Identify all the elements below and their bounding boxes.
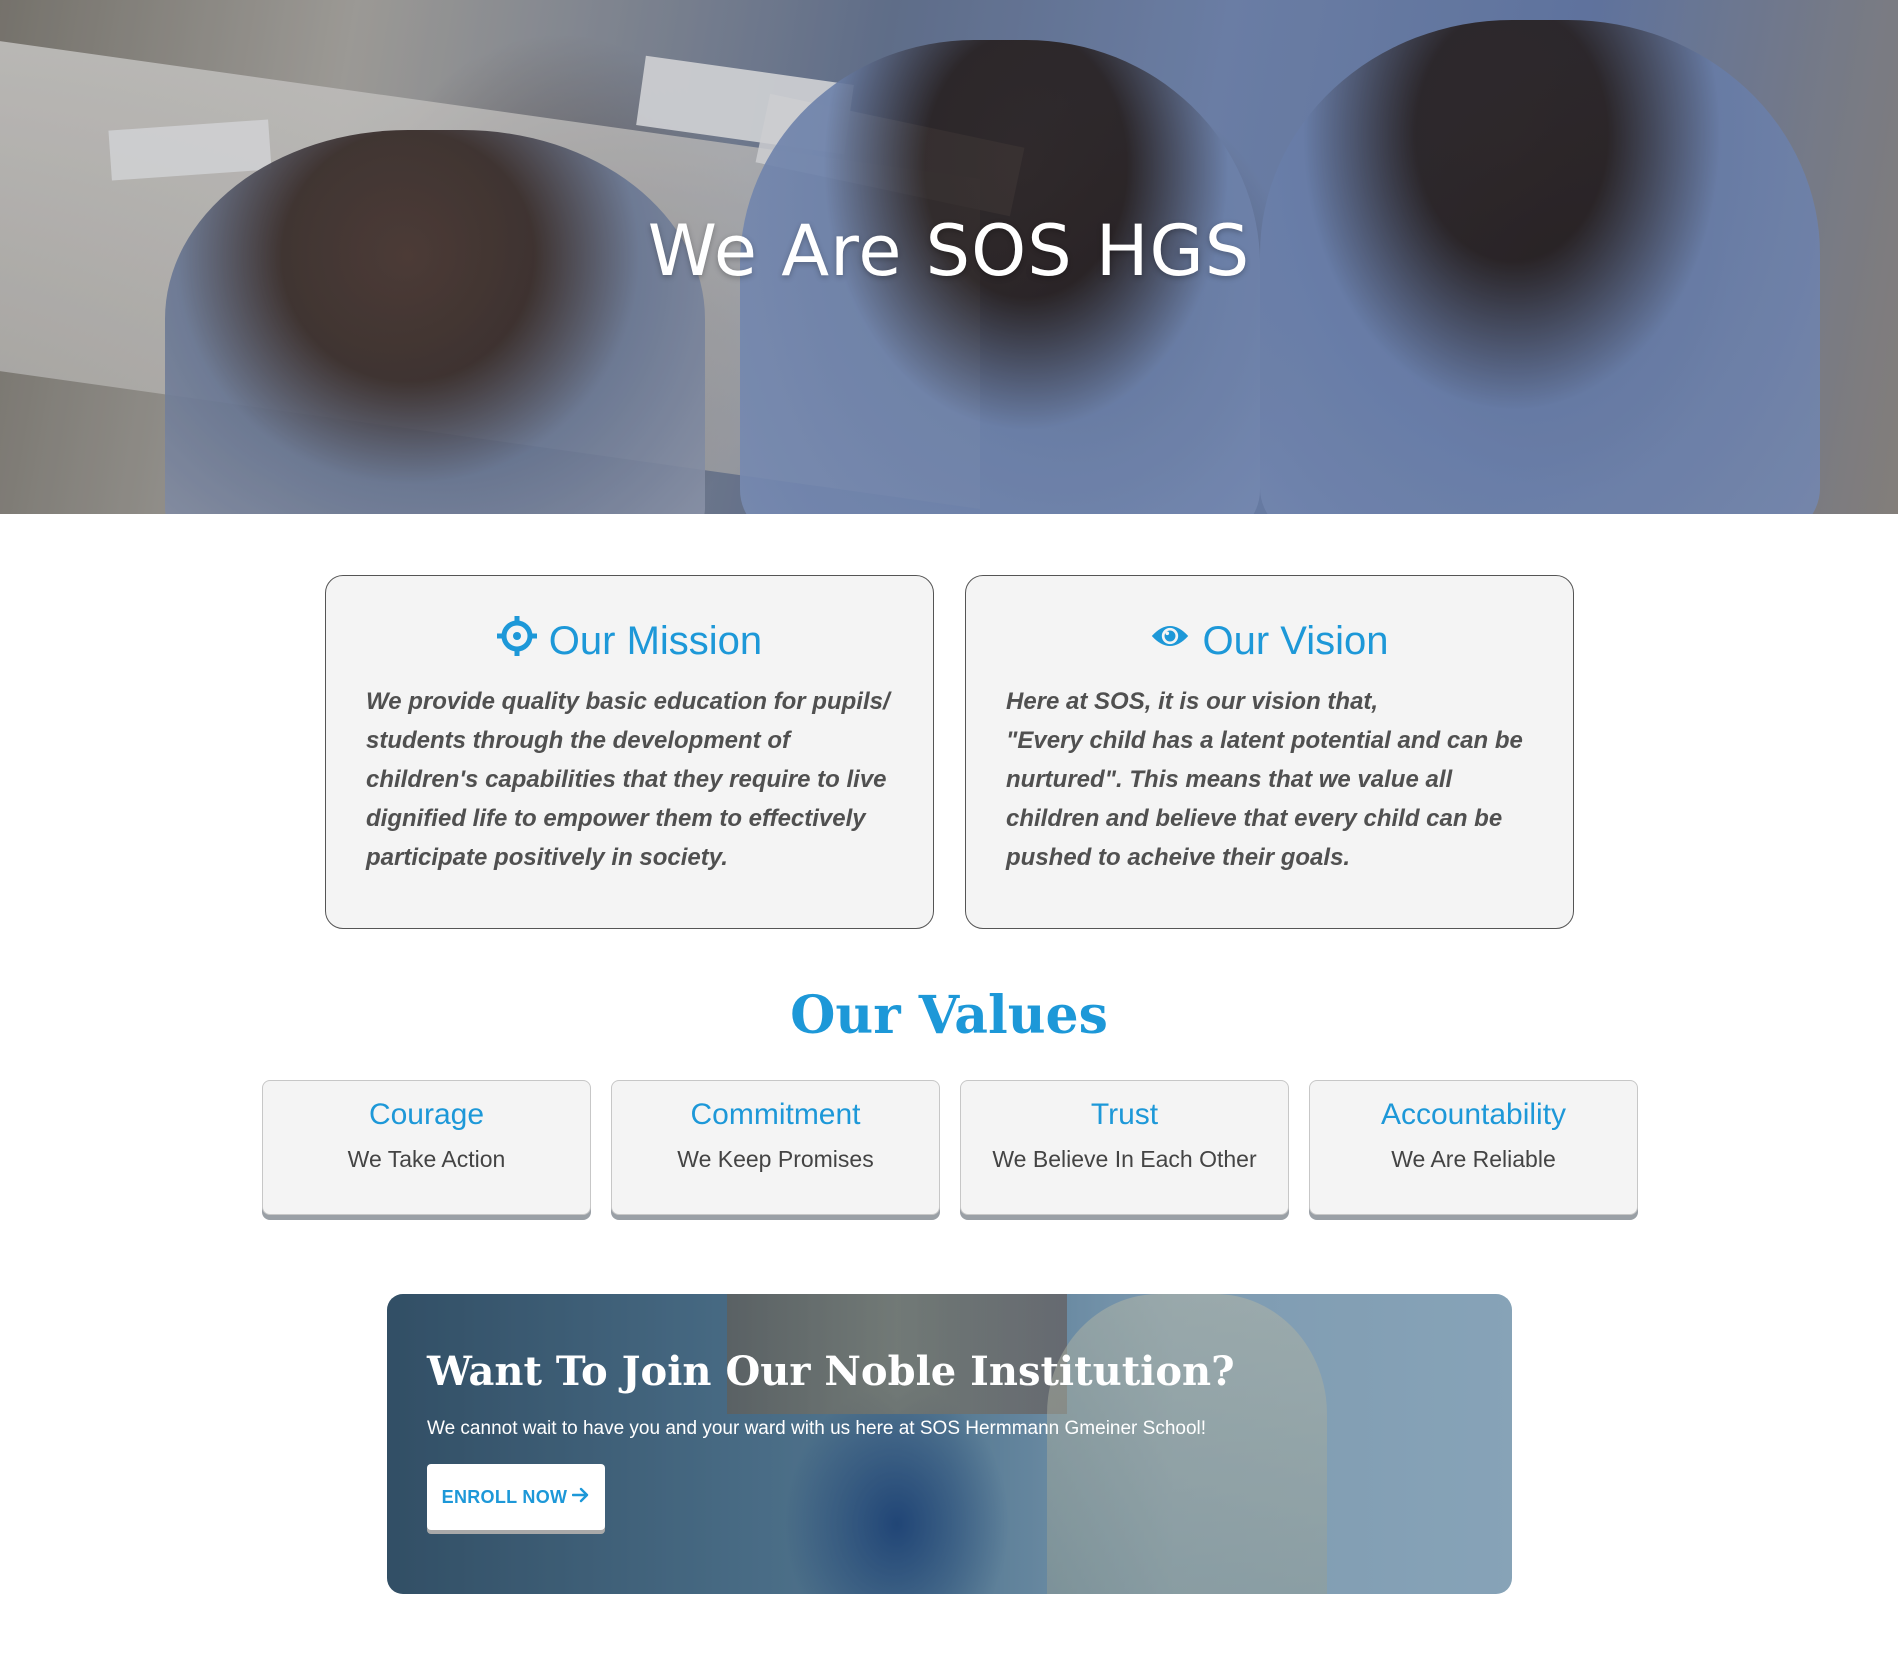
eye-icon [1150,616,1190,666]
value-name: Trust [1090,1098,1159,1131]
vision-heading: Our Vision [966,616,1573,666]
crosshair-icon [496,616,537,666]
values-title: Our Values [790,985,1108,1046]
mission-text: We provide quality basic education for p… [366,688,890,871]
vision-text-line2: "Every child has a latent potential and … [1006,727,1523,871]
vision-title: Our Vision [1202,618,1389,663]
hero-banner: We Are SOS HGS [0,0,1898,514]
arrow-right-icon [572,1487,590,1508]
mission-heading: Our Mission [326,616,933,666]
value-desc: We Are Reliable [1391,1146,1556,1172]
value-card-courage: Courage We Take Action [262,1080,591,1215]
vision-text-line1: Here at SOS, it is our vision that, [1006,688,1379,715]
value-desc: We Believe In Each Other [992,1146,1257,1172]
mission-card: Our Mission We provide quality basic edu… [325,575,934,929]
value-desc: We Keep Promises [677,1146,874,1172]
enroll-now-label: ENROLL NOW [441,1486,568,1507]
value-card-commitment: Commitment We Keep Promises [611,1080,940,1215]
cta-subtitle: We cannot wait to have you and your ward… [427,1418,1207,1439]
value-name: Commitment [690,1098,861,1131]
value-name: Accountability [1380,1098,1567,1131]
vision-text: Here at SOS, it is our vision that, "Eve… [1006,682,1533,877]
enroll-now-button[interactable]: ENROLL NOW [427,1464,605,1530]
value-desc: We Take Action [347,1146,506,1172]
vision-card: Our Vision Here at SOS, it is our vision… [965,575,1574,929]
value-card-accountability: Accountability We Are Reliable [1309,1080,1638,1215]
value-card-trust: Trust We Believe In Each Other [960,1080,1289,1215]
mission-title: Our Mission [548,618,763,663]
cta-overlay [387,1294,1512,1594]
hero-title: We Are SOS HGS [647,210,1251,292]
enroll-banner: Want To Join Our Noble Institution? We c… [387,1294,1512,1594]
cta-title: Want To Join Our Noble Institution? [427,1348,1235,1395]
value-name: Courage [368,1098,485,1131]
